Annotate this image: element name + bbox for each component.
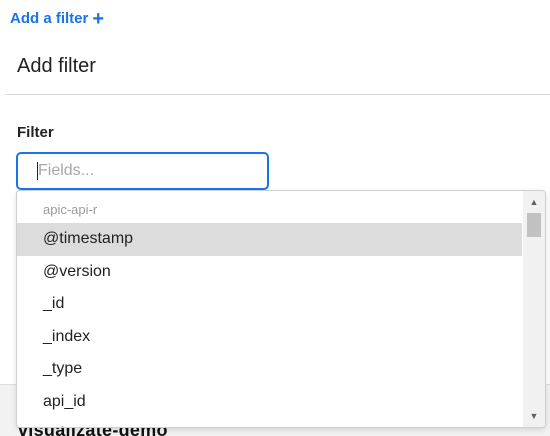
dropdown-option-api-name[interactable]: api_name [17,418,522,427]
dropdown-group-header: apic-api-r [43,202,98,217]
dropdown-option-index[interactable]: _index [17,321,522,354]
dropdown-option-timestamp[interactable]: @timestamp [17,223,522,256]
fields-dropdown-list: apic-api-r @timestamp @version _id _inde… [17,191,522,427]
modal-header-divider [5,94,550,95]
dropdown-scrollbar[interactable]: ▲ ▼ [523,191,545,427]
add-a-filter-label: Add a filter [10,10,89,27]
add-filter-page: Add a filter + Add filter Filter visuali… [0,0,550,436]
fields-input[interactable] [16,152,269,190]
scroll-up-arrow-icon[interactable]: ▲ [523,193,545,211]
dropdown-option-api-id[interactable]: api_id [17,386,522,419]
modal-title: Add filter [17,55,96,77]
filter-label: Filter [17,124,54,141]
dropdown-option-version[interactable]: @version [17,256,522,289]
scroll-down-arrow-icon[interactable]: ▼ [523,407,545,425]
scrollbar-thumb[interactable] [527,213,541,237]
text-cursor [37,162,38,180]
plus-icon: + [92,7,105,30]
fields-dropdown[interactable]: apic-api-r @timestamp @version _id _inde… [16,190,546,428]
add-a-filter-link[interactable]: Add a filter + [10,7,105,30]
dropdown-option-type[interactable]: _type [17,353,522,386]
dropdown-option-id[interactable]: _id [17,288,522,321]
